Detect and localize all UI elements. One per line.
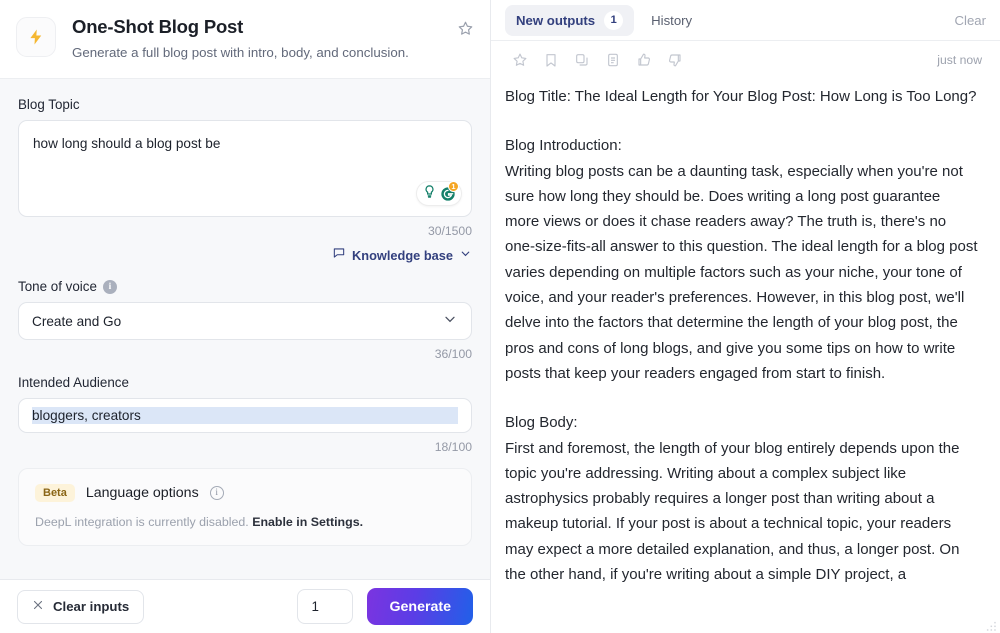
form-fields: Blog Topic how long should a blog post b… xyxy=(0,79,490,579)
tab-new-outputs-label: New outputs xyxy=(516,13,595,28)
knowledge-base-label: Knowledge base xyxy=(352,248,453,263)
grammarly-widget[interactable]: 1 xyxy=(416,181,462,206)
tone-of-voice-label-text: Tone of voice xyxy=(18,279,97,294)
lightning-bolt-icon xyxy=(16,17,56,57)
field-blog-topic: Blog Topic how long should a blog post b… xyxy=(18,97,472,265)
language-options-header: Beta Language options i xyxy=(35,484,455,502)
application-root: One-Shot Blog Post Generate a full blog … xyxy=(0,0,1000,633)
resize-grip-icon[interactable] xyxy=(986,619,997,630)
blog-topic-input[interactable]: how long should a blog post be xyxy=(18,120,472,217)
grammarly-g-icon[interactable]: 1 xyxy=(440,186,456,202)
output-text-content[interactable]: Blog Title: The Ideal Length for Your Bl… xyxy=(491,78,1000,633)
tab-new-outputs[interactable]: New outputs 1 xyxy=(505,5,634,36)
close-x-icon xyxy=(32,598,44,616)
language-options-title: Language options xyxy=(86,485,199,501)
blog-topic-label: Blog Topic xyxy=(18,97,472,112)
intended-audience-label: Intended Audience xyxy=(18,375,472,390)
tone-of-voice-label: Tone of voice i xyxy=(18,279,472,294)
quantity-input[interactable]: 1 xyxy=(297,589,353,624)
intended-audience-value: bloggers, creators xyxy=(32,407,458,424)
tab-history-label: History xyxy=(651,13,692,28)
enable-in-settings-link[interactable]: Enable in Settings. xyxy=(252,515,363,529)
quantity-value: 1 xyxy=(311,599,318,614)
language-options-note-text: DeepL integration is currently disabled. xyxy=(35,515,252,529)
input-panel: One-Shot Blog Post Generate a full blog … xyxy=(0,0,491,633)
tone-of-voice-counter: 36/100 xyxy=(18,347,472,361)
generate-group: 1 Generate xyxy=(297,588,473,625)
intended-audience-input[interactable]: bloggers, creators xyxy=(18,398,472,433)
chevron-down-icon xyxy=(442,311,458,332)
intended-audience-counter: 18/100 xyxy=(18,440,472,454)
clear-inputs-button[interactable]: Clear inputs xyxy=(17,590,144,624)
template-header: One-Shot Blog Post Generate a full blog … xyxy=(0,0,490,79)
output-actions-toolbar: just now xyxy=(491,41,1000,78)
output-panel: New outputs 1 History Clear xyxy=(491,0,1000,633)
document-icon[interactable] xyxy=(598,46,627,73)
generate-label: Generate xyxy=(389,599,451,615)
tone-of-voice-select[interactable]: Create and Go xyxy=(18,302,472,340)
page-subtitle: Generate a full blog post with intro, bo… xyxy=(72,44,457,62)
tab-history[interactable]: History xyxy=(640,7,703,34)
page-title: One-Shot Blog Post xyxy=(72,14,457,40)
bookmark-icon[interactable] xyxy=(536,46,565,73)
output-timestamp: just now xyxy=(937,53,986,67)
output-paragraph: Blog Title: The Ideal Length for Your Bl… xyxy=(505,84,978,109)
generate-button[interactable]: Generate xyxy=(367,588,473,625)
info-outline-icon[interactable]: i xyxy=(210,486,224,500)
new-outputs-count-badge: 1 xyxy=(604,11,623,30)
favorite-star-icon[interactable] xyxy=(457,20,474,42)
language-options-card: Beta Language options i DeepL integratio… xyxy=(18,468,472,546)
star-outline-icon[interactable] xyxy=(505,46,534,73)
language-options-note: DeepL integration is currently disabled.… xyxy=(35,515,455,529)
speech-bubble-icon xyxy=(332,246,346,265)
output-paragraph: Blog Introduction: Writing blog posts ca… xyxy=(505,133,978,386)
info-filled-icon[interactable]: i xyxy=(103,280,117,294)
copy-icon[interactable] xyxy=(567,46,596,73)
field-tone-of-voice: Tone of voice i Create and Go 36/100 xyxy=(18,279,472,361)
thumbs-up-icon[interactable] xyxy=(629,46,658,73)
tone-of-voice-value: Create and Go xyxy=(32,314,121,329)
clear-outputs-link[interactable]: Clear xyxy=(954,13,986,28)
grammarly-alert-badge: 1 xyxy=(448,181,459,192)
output-paragraph: Blog Body: First and foremost, the lengt… xyxy=(505,410,978,587)
knowledge-base-toggle[interactable]: Knowledge base xyxy=(18,246,472,265)
clear-inputs-label: Clear inputs xyxy=(53,599,129,614)
field-intended-audience: Intended Audience bloggers, creators 18/… xyxy=(18,375,472,454)
blog-topic-value: how long should a blog post be xyxy=(33,134,457,154)
lightbulb-icon[interactable] xyxy=(422,184,437,204)
template-text: One-Shot Blog Post Generate a full blog … xyxy=(72,14,457,62)
chevron-down-icon xyxy=(459,247,472,265)
output-tabs: New outputs 1 History Clear xyxy=(491,0,1000,41)
blog-topic-counter: 30/1500 xyxy=(18,224,472,238)
thumbs-down-icon[interactable] xyxy=(660,46,689,73)
action-bar: Clear inputs 1 Generate xyxy=(0,579,490,633)
beta-badge: Beta xyxy=(35,484,75,502)
